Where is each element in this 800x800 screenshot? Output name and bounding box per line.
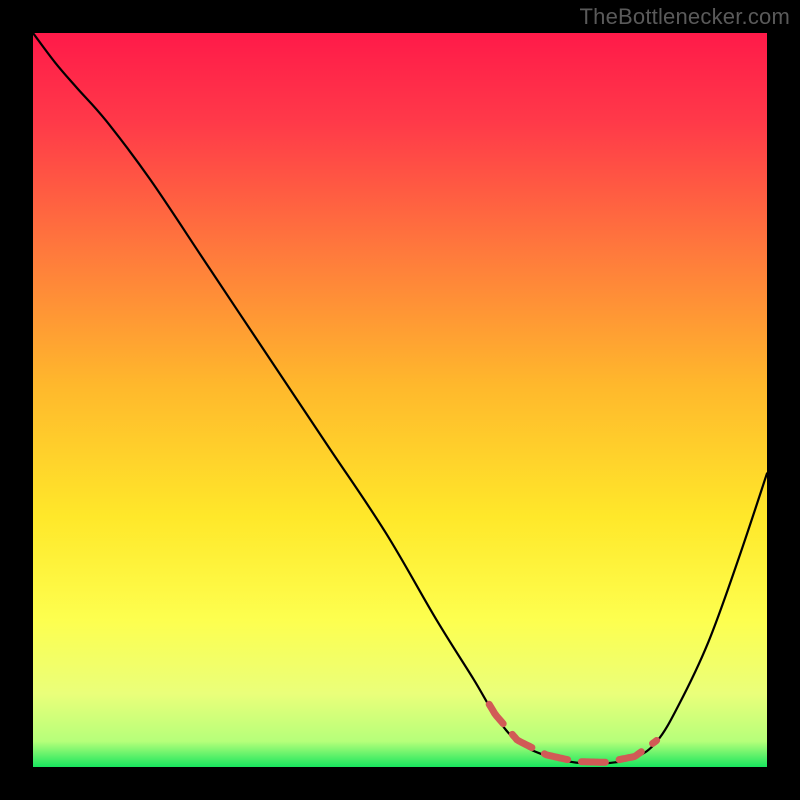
gradient-background (33, 33, 767, 767)
chart-plot-area (33, 33, 767, 767)
watermark-text: TheBottlenecker.com (580, 4, 790, 30)
chart-svg (33, 33, 767, 767)
chart-frame: TheBottlenecker.com (0, 0, 800, 800)
